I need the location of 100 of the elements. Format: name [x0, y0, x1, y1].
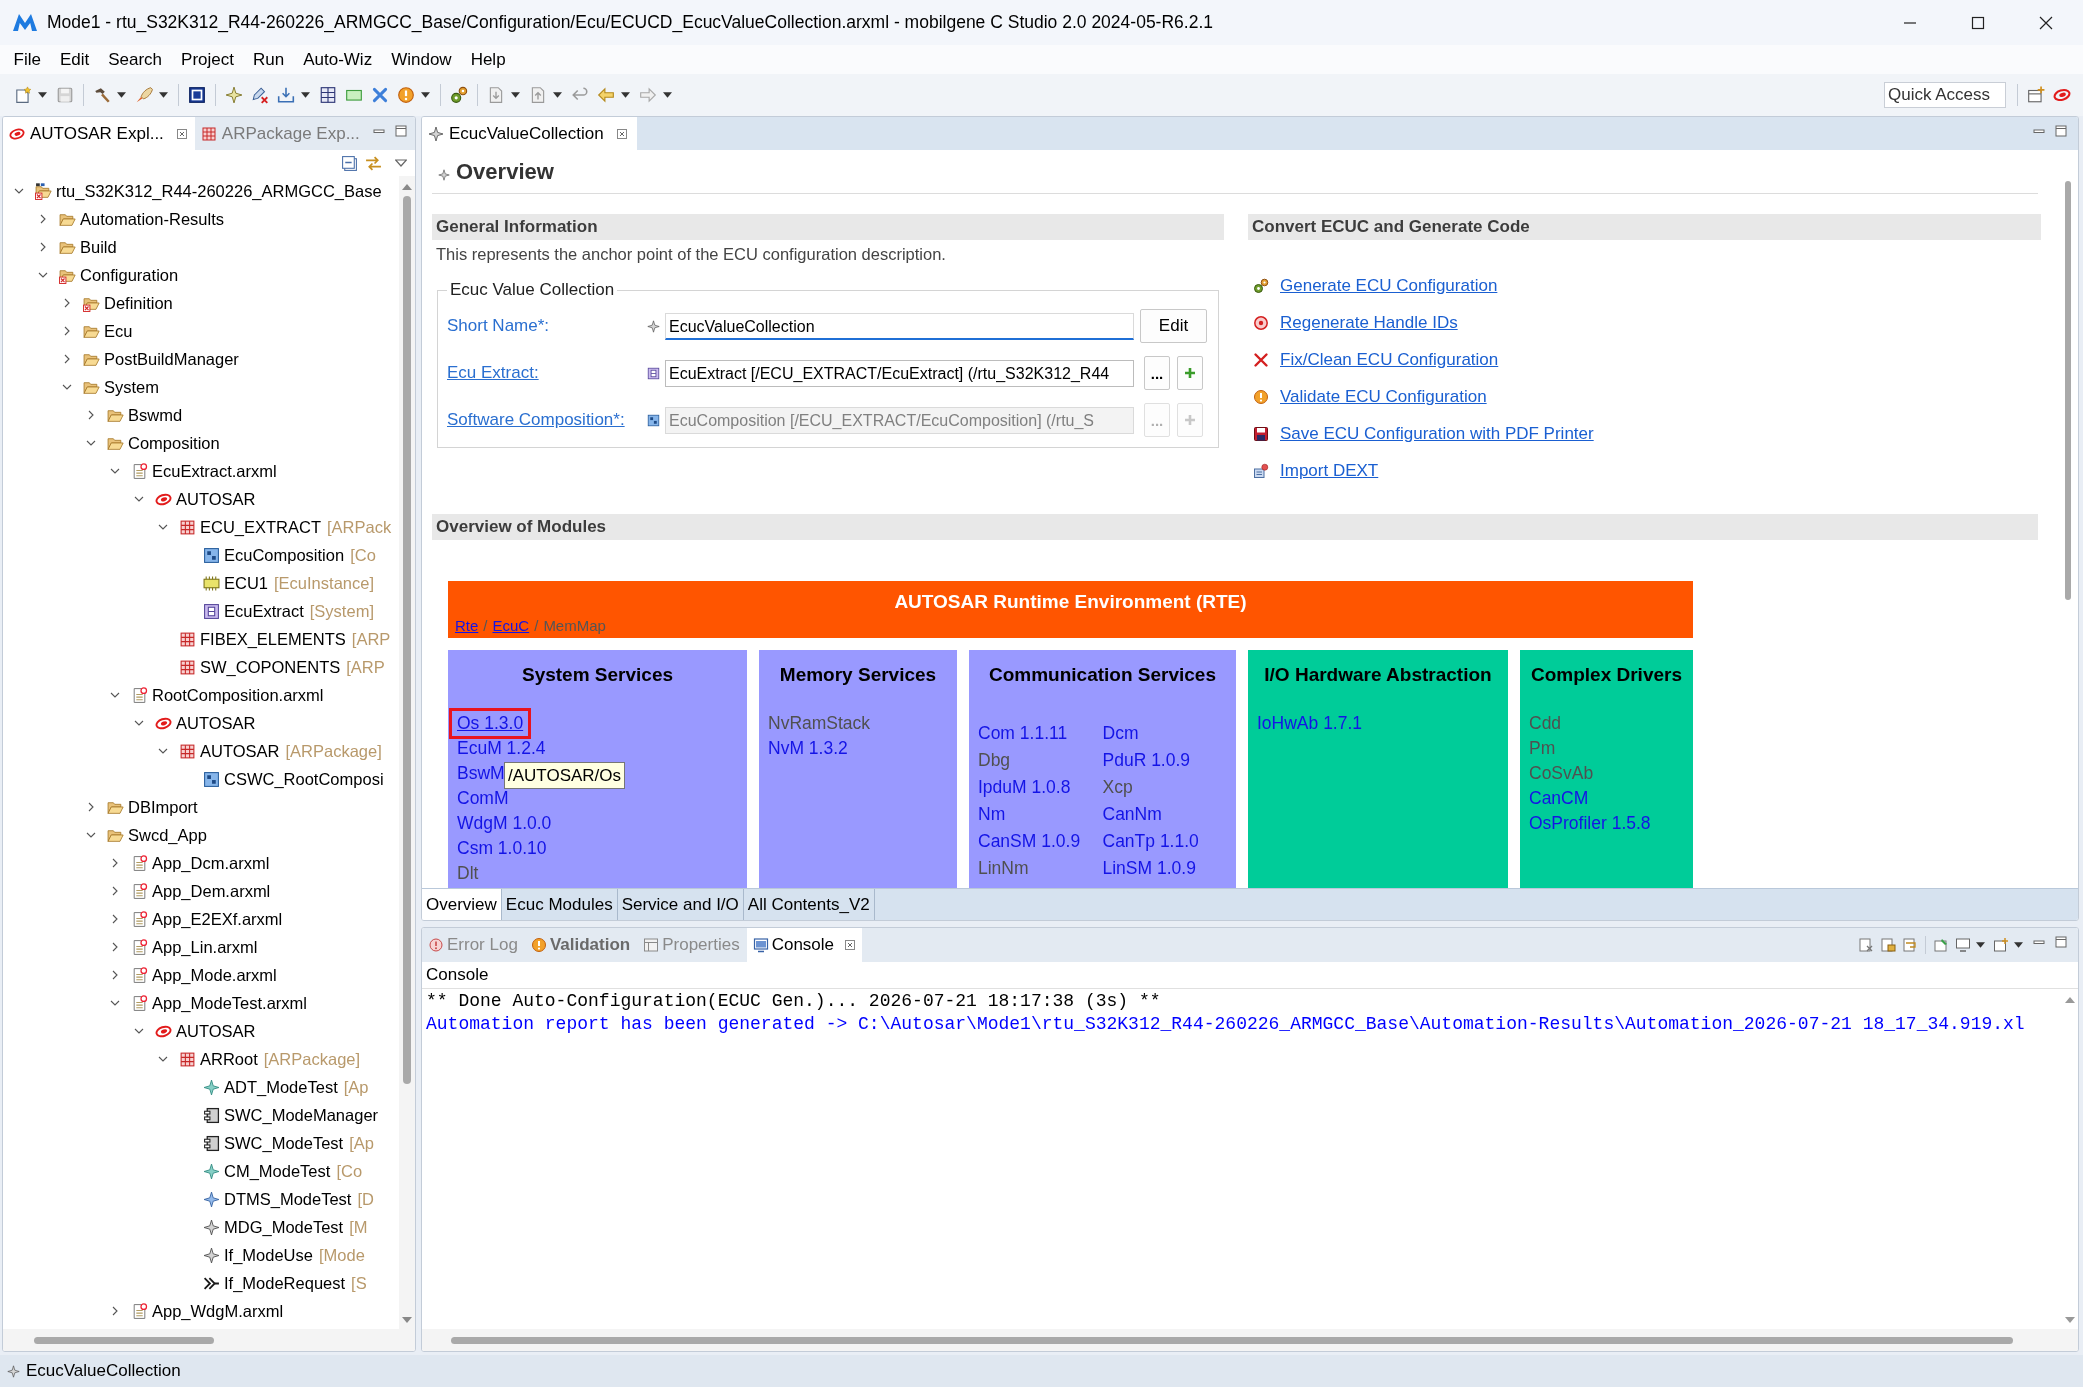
dropdown-caret-icon[interactable]: [1976, 942, 1985, 948]
tree-item[interactable]: App_Dcm.arxml: [152, 853, 270, 873]
chevron-right-icon[interactable]: [110, 942, 120, 952]
tree-item[interactable]: SW_COPONENTS: [200, 657, 341, 677]
tree-item[interactable]: Definition: [104, 293, 173, 313]
tree-item[interactable]: PostBuildManager: [104, 349, 239, 369]
module-link[interactable]: LinSM 1.0.9: [1102, 855, 1227, 882]
tree-item[interactable]: AUTOSAR: [176, 489, 256, 509]
menu-item[interactable]: Run: [243, 49, 294, 70]
field-link[interactable]: Ecu Extract:: [447, 363, 647, 383]
chevron-down-icon[interactable]: [158, 522, 168, 532]
chevron-down-icon[interactable]: [86, 830, 96, 840]
chevron-right-icon[interactable]: [110, 914, 120, 924]
clear-console-icon[interactable]: [1858, 937, 1874, 953]
action-link[interactable]: Save ECU Configuration with PDF Printer: [1280, 423, 1594, 444]
pin-icon[interactable]: [1933, 937, 1949, 953]
maximize-icon[interactable]: [1971, 15, 1985, 30]
menu-item[interactable]: Search: [98, 49, 172, 70]
tree-item[interactable]: If_ModeUse: [224, 1245, 313, 1265]
open-perspective-icon[interactable]: [2027, 86, 2045, 104]
tree-item[interactable]: Bswmd: [128, 405, 183, 425]
text-field[interactable]: EcuExtract [/ECU_EXTRACT/EcuExtract] (/rtu_S32K312_R44: [665, 359, 1134, 387]
new-file-icon[interactable]: [14, 86, 32, 104]
chevron-right-icon[interactable]: [86, 410, 96, 420]
chevron-down-icon[interactable]: [38, 270, 48, 280]
module-link[interactable]: PduR 1.0.9: [1102, 747, 1227, 774]
chevron-down-icon[interactable]: [134, 718, 144, 728]
tree-item[interactable]: AUTOSAR: [176, 713, 256, 733]
chevron-down-icon[interactable]: [158, 746, 168, 756]
tree-item[interactable]: EcuExtract: [224, 601, 304, 621]
tree-item[interactable]: ECU_EXTRACT: [200, 517, 322, 537]
tree-item[interactable]: ECU1: [224, 573, 268, 593]
chevron-down-icon[interactable]: [110, 466, 120, 476]
tree-item[interactable]: Automation-Results: [80, 209, 224, 229]
tree-item[interactable]: AUTOSAR: [176, 1021, 256, 1041]
tree-item[interactable]: App_ModeTest.arxml: [152, 993, 307, 1013]
dropdown-caret-icon[interactable]: [2014, 942, 2023, 948]
chevron-down-icon[interactable]: [86, 438, 96, 448]
lock-icon[interactable]: [1880, 937, 1896, 953]
page-tab[interactable]: Ecuc Modules: [501, 889, 618, 920]
page-tab[interactable]: All Contents_V2: [743, 889, 875, 920]
browse-button[interactable]: ...: [1144, 356, 1170, 390]
tree-item[interactable]: App_WdgM.arxml: [152, 1301, 284, 1321]
chevron-right-icon[interactable]: [38, 214, 48, 224]
square-tile-icon[interactable]: [188, 86, 206, 104]
module-link[interactable]: CanCM: [1529, 786, 1589, 811]
left-arrow-icon[interactable]: [597, 86, 615, 104]
action-link[interactable]: Regenerate Handle IDs: [1280, 312, 1458, 333]
module-link[interactable]: WdgM 1.0.0: [457, 811, 552, 836]
action-link[interactable]: Validate ECU Configuration: [1280, 386, 1487, 407]
scroll-down-arrow-icon[interactable]: [2065, 1317, 2075, 1323]
oval-logo-icon[interactable]: [2053, 86, 2071, 104]
menu-item[interactable]: File: [4, 49, 51, 70]
module-link[interactable]: CanSM 1.0.9: [978, 828, 1103, 855]
action-link[interactable]: Generate ECU Configuration: [1280, 275, 1498, 296]
view-tab[interactable]: Validation: [524, 928, 638, 962]
menu-item[interactable]: Edit: [50, 49, 99, 70]
tree-item[interactable]: ARRoot: [200, 1049, 258, 1069]
page-tab[interactable]: Service and I/O: [617, 889, 744, 920]
tree-item[interactable]: System: [104, 377, 159, 397]
page-tab[interactable]: Overview: [422, 889, 502, 920]
grid-icon[interactable]: [319, 86, 337, 104]
hammer-icon[interactable]: [93, 86, 111, 104]
module-link[interactable]: Os 1.3.0: [449, 708, 532, 739]
module-link[interactable]: IoHwAb 1.7.1: [1257, 711, 1363, 736]
chevron-right-icon[interactable]: [38, 242, 48, 252]
tree-item[interactable]: App_Lin.arxml: [152, 937, 258, 957]
tree-item[interactable]: Composition: [128, 433, 220, 453]
tree-item[interactable]: Ecu: [104, 321, 133, 341]
chevron-right-icon[interactable]: [110, 970, 120, 980]
chevron-right-icon[interactable]: [110, 1306, 120, 1316]
tree-item[interactable]: Configuration: [80, 265, 179, 285]
tree-item[interactable]: SWC_ModeTest: [224, 1133, 344, 1153]
brush-icon[interactable]: [135, 86, 153, 104]
module-link[interactable]: Csm 1.0.10: [457, 836, 547, 861]
tree-item[interactable]: If_ModeRequest: [224, 1273, 346, 1293]
chevron-right-icon[interactable]: [110, 886, 120, 896]
diamond-star-icon[interactable]: [225, 86, 243, 104]
chevron-down-icon[interactable]: [110, 998, 120, 1008]
tree-item[interactable]: Build: [80, 237, 117, 257]
wrap-icon[interactable]: [1902, 937, 1918, 953]
text-field[interactable]: EcucValueCollection: [665, 312, 1134, 340]
chevron-right-icon[interactable]: [62, 298, 72, 308]
dropdown-caret-icon[interactable]: [663, 92, 672, 98]
module-link[interactable]: Com 1.1.11: [978, 720, 1103, 747]
dropdown-caret-icon[interactable]: [421, 92, 430, 98]
dropdown-caret-icon[interactable]: [511, 92, 520, 98]
close-icon[interactable]: [2039, 15, 2053, 30]
tree-item[interactable]: Swcd_App: [128, 825, 207, 845]
scroll-up-arrow-icon[interactable]: [2065, 997, 2075, 1003]
module-link[interactable]: BswM: [457, 761, 505, 786]
dropdown-caret-icon[interactable]: [159, 92, 168, 98]
module-link[interactable]: Nm: [978, 801, 1103, 828]
quick-access-field[interactable]: Quick Access: [1884, 82, 2006, 108]
view-tab[interactable]: Console: [746, 928, 863, 962]
module-link[interactable]: CanTp 1.1.0: [1102, 828, 1227, 855]
scroll-down-arrow-icon[interactable]: [402, 1317, 412, 1323]
tree-item[interactable]: EcuComposition: [224, 545, 345, 565]
dropdown-caret-icon[interactable]: [38, 92, 47, 98]
tree-item[interactable]: CSWC_RootComposi: [224, 769, 384, 789]
